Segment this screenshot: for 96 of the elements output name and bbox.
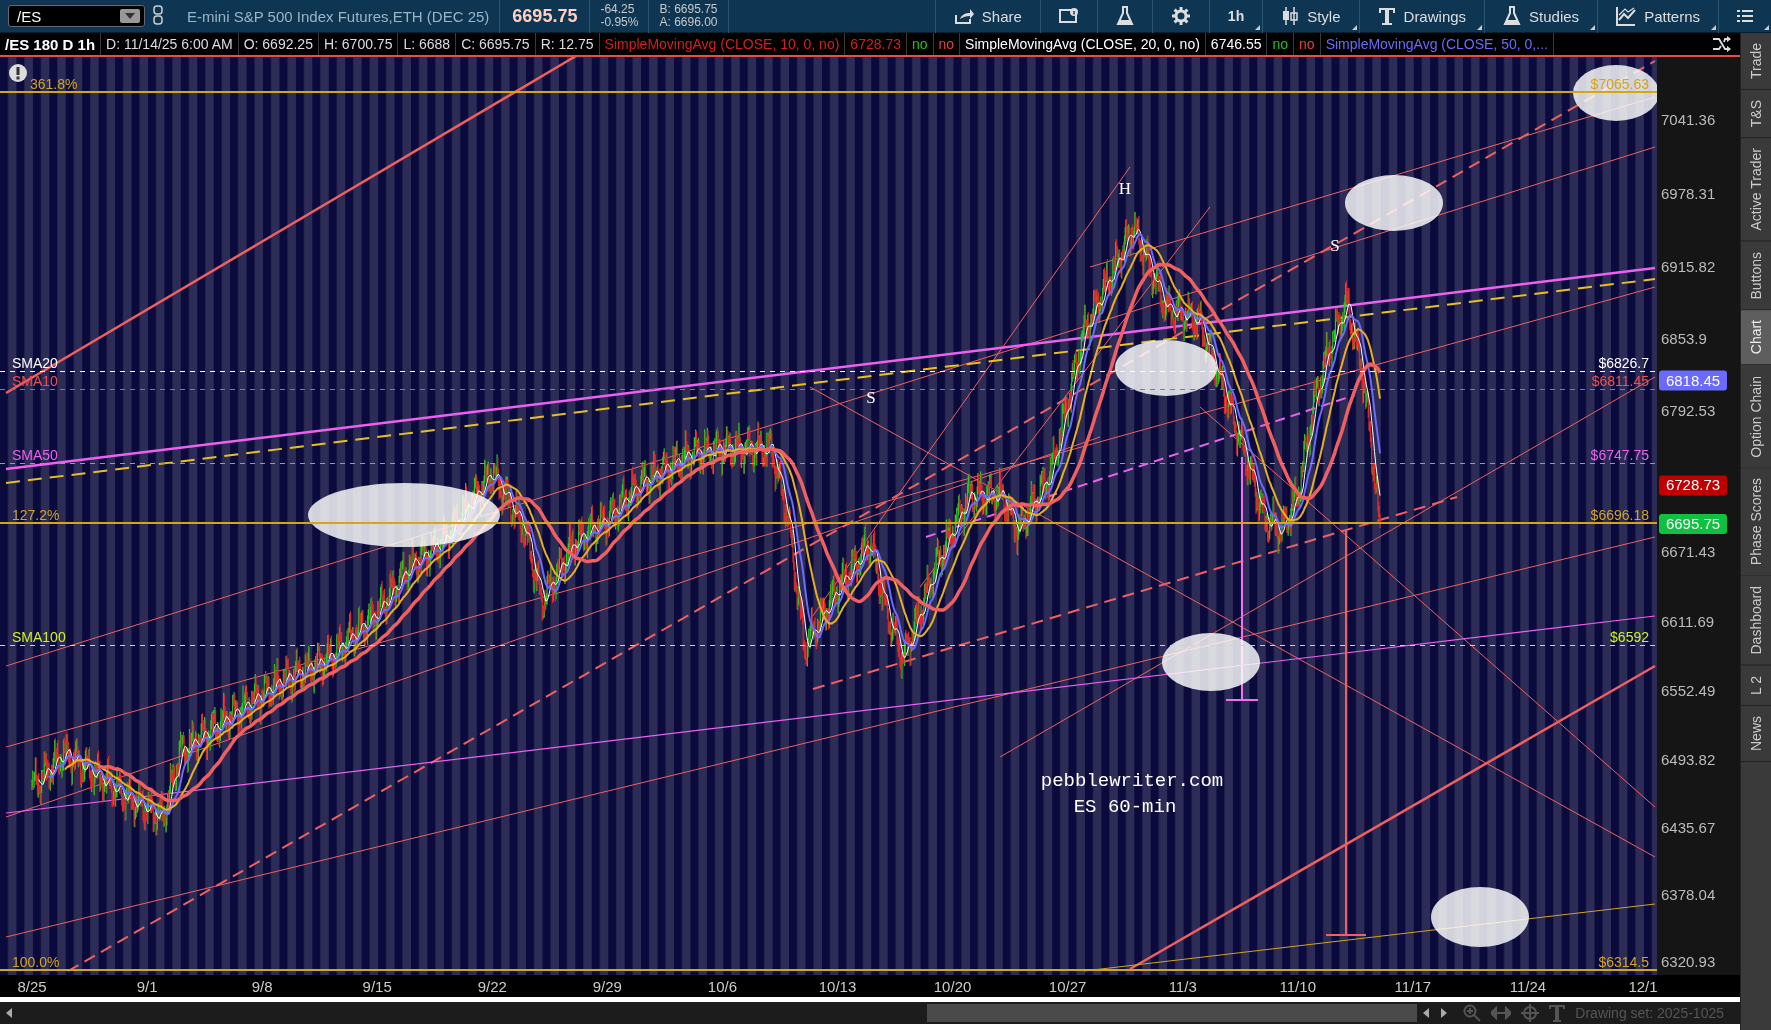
- link-icon: [153, 4, 163, 25]
- scroll-left-icon: [1423, 1007, 1430, 1018]
- level-label: SMA50: [12, 446, 58, 463]
- chart-symbol-label: /ES 180 D 1h: [0, 33, 102, 55]
- price-axis-label: 6378.04: [1661, 886, 1716, 904]
- share-button[interactable]: Share: [934, 0, 1040, 33]
- text-tool-icon: [1549, 1003, 1566, 1022]
- date-axis-label: 10/20: [933, 978, 972, 995]
- menu-icon: [1737, 9, 1753, 23]
- date-axis-label: 11/17: [1394, 978, 1432, 995]
- price-axis-label: 6853.9: [1661, 330, 1707, 348]
- level-label: $6811.45: [1591, 372, 1649, 389]
- percent-change: -0.95%: [600, 16, 639, 29]
- price-badge: 6728.73: [1659, 475, 1727, 496]
- date-axis-label: 9/8: [251, 978, 273, 995]
- bid-price: B: 6695.75: [659, 3, 718, 16]
- swap-arrows-icon: [1712, 35, 1732, 53]
- side-tab[interactable]: Dashboard: [1741, 576, 1771, 666]
- last-price: 6695.75: [500, 0, 591, 33]
- study-name[interactable]: SimpleMovingAvg (CLOSE, 50, 0,...: [1325, 36, 1548, 52]
- info-card-icon: [1058, 7, 1079, 25]
- date-axis-label: 12/1: [1628, 978, 1658, 995]
- level-label: $6826.7: [1598, 354, 1649, 371]
- price-axis-label: 6792.53: [1661, 401, 1716, 419]
- flask-icon: [1503, 6, 1522, 26]
- date-axis-label: 11/24: [1509, 978, 1547, 995]
- drawing-set-label: Drawing set: 2025-1025: [1575, 1004, 1725, 1021]
- study-flag-label: no: [1272, 36, 1289, 52]
- ohlc-value: D: 11/14/25 6:00 AM: [101, 33, 239, 55]
- ohlc-value: H: 6700.75: [318, 33, 399, 55]
- net-change: -64.25: [600, 3, 636, 16]
- ohlc-value: C: 6695.75: [456, 33, 536, 55]
- date-axis-label: 9/1: [136, 978, 158, 995]
- price-axis-label: 6493.82: [1661, 750, 1716, 768]
- level-label: 100.0%: [12, 953, 60, 970]
- scroll-right-icon: [1441, 1007, 1448, 1018]
- level-label: $6747.75: [1590, 446, 1649, 463]
- level-label: SMA20: [12, 354, 58, 371]
- date-axis-label: 10/27: [1048, 978, 1087, 995]
- date-axis-label: 10/13: [818, 978, 857, 995]
- alert-icon[interactable]: [9, 64, 27, 82]
- settings-icon: [1170, 6, 1191, 26]
- date-axis-label: 11/3: [1168, 978, 1197, 995]
- crosshair-icon: [1521, 1003, 1540, 1022]
- price-badge: 6818.45: [1659, 370, 1727, 391]
- chart-caption: pebblewriter.com: [1040, 770, 1224, 792]
- level-label: $7065.63: [1590, 75, 1649, 92]
- price-axis-label: 6320.93: [1661, 953, 1716, 971]
- study-value: 6728.73: [845, 33, 907, 55]
- study-value: 6746.55: [1205, 33, 1268, 55]
- ask-price: A: 6696.00: [659, 16, 718, 29]
- date-axis-label: 9/15: [362, 978, 392, 995]
- share-icon: [953, 7, 974, 25]
- price-axis-label: 6435.67: [1661, 818, 1716, 836]
- level-label: SMA100: [12, 628, 66, 645]
- pattern-chart-icon: [1616, 6, 1637, 26]
- ohlc-value: O: 6692.25: [238, 33, 319, 55]
- caret-icon: [120, 9, 140, 23]
- price-badge: 6695.75: [1659, 513, 1727, 534]
- price-axis-label: 6552.49: [1661, 682, 1716, 700]
- study-flag-label: no: [911, 36, 928, 52]
- pan-arrows-icon: [1491, 1005, 1512, 1020]
- price-axis-label: 7041.36: [1661, 111, 1716, 128]
- side-tab[interactable]: Chart: [1741, 310, 1771, 366]
- side-tab[interactable]: Phase Scores: [1741, 468, 1771, 577]
- price-axis-label: 6915.82: [1661, 257, 1716, 275]
- chart-annotation: H: [1118, 179, 1132, 198]
- chart-annotation: S: [866, 388, 876, 407]
- level-label: $6592: [1610, 628, 1649, 645]
- instrument-description: E-mini S&P 500 Index Futures,ETH (DEC 25): [173, 0, 501, 33]
- scroll-left-icon: [6, 1007, 12, 1018]
- date-axis-label: 10/6: [707, 978, 737, 995]
- date-axis-label: 9/29: [592, 978, 622, 995]
- candlestick-icon: [1281, 6, 1300, 26]
- date-axis-label: 11/10: [1279, 978, 1316, 995]
- flask-icon: [1115, 6, 1134, 26]
- price-axis-label: 6671.43: [1661, 543, 1716, 561]
- level-label: $6696.18: [1590, 506, 1649, 523]
- study-name[interactable]: SimpleMovingAvg (CLOSE, 10, 0, no): [604, 36, 840, 52]
- ohlc-value: L: 6688: [398, 33, 457, 55]
- chart-caption: ES 60-min: [1073, 796, 1177, 818]
- study-flag-label: no: [1299, 36, 1315, 52]
- text-tool-icon: [1377, 6, 1396, 26]
- date-axis-label: 8/25: [17, 978, 47, 995]
- price-axis-label: 6978.31: [1661, 184, 1716, 202]
- symbol-dropdown[interactable]: /ES: [8, 5, 145, 27]
- study-flag-label: no: [938, 36, 955, 52]
- scrollbar-thumb[interactable]: [927, 1003, 1418, 1022]
- level-label: 361.8%: [30, 75, 78, 92]
- level-label: $6314.5: [1598, 953, 1649, 970]
- study-name[interactable]: SimpleMovingAvg (CLOSE, 20, 0, no): [965, 36, 1200, 52]
- level-label: 127.2%: [12, 506, 60, 523]
- date-axis-label: 9/22: [477, 978, 507, 995]
- price-axis-label: 6611.69: [1661, 613, 1715, 631]
- ohlc-value: R: 12.75: [535, 33, 600, 55]
- zoom-icon: [1463, 1003, 1482, 1022]
